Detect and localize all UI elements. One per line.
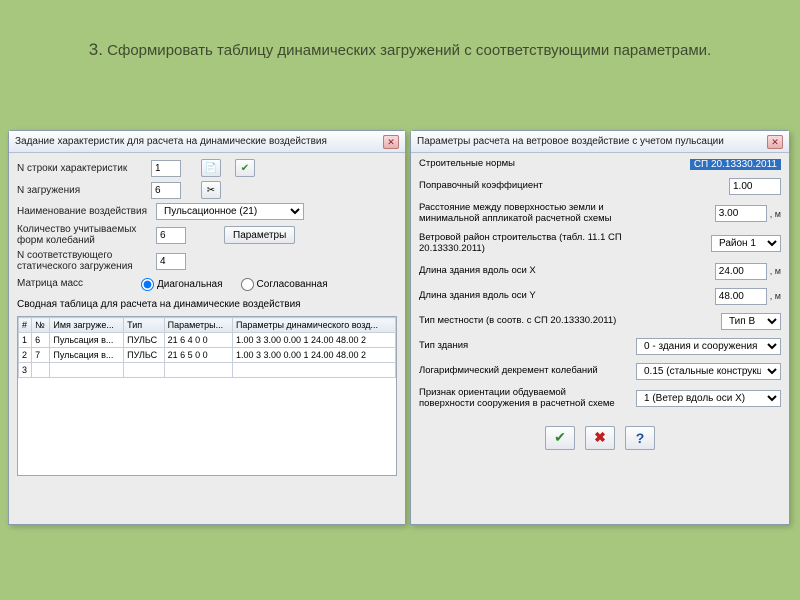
norms-combo[interactable]: СП 20.13330.2011 xyxy=(690,159,781,170)
cancel-button[interactable]: ✖ xyxy=(585,426,615,450)
forms-label: Количество учитываемых форм колебаний xyxy=(17,224,152,246)
impact-name-label: Наименование воздействия xyxy=(17,206,152,217)
check-icon: ✔ xyxy=(241,163,249,174)
wind-params-window: Параметры расчета на ветровое воздействи… xyxy=(410,130,790,525)
close-icon[interactable]: ✕ xyxy=(767,135,783,149)
radio-consistent[interactable]: Согласованная xyxy=(241,278,328,291)
building-combo[interactable]: 0 - здания и сооружения xyxy=(636,338,781,355)
left-titlebar[interactable]: Задание характеристик для расчета на дин… xyxy=(9,131,405,153)
slide-title-text: Сформировать таблицу динамических загруж… xyxy=(107,42,711,59)
slide-title: 3. Сформировать таблицу динамических заг… xyxy=(50,40,750,60)
region-combo[interactable]: Район 1 xyxy=(711,235,781,252)
terrain-label: Тип местности (в соотв. с СП 20.13330.20… xyxy=(419,316,624,327)
dynamic-loads-window: Задание характеристик для расчета на дин… xyxy=(8,130,406,525)
static-input[interactable] xyxy=(156,253,186,270)
mass-label: Матрица масс xyxy=(17,278,137,289)
table-header-row: # № Имя загруже... Тип Параметры... Пара… xyxy=(19,318,396,333)
right-title: Параметры расчета на ветровое воздействи… xyxy=(417,136,724,147)
table-row[interactable]: 1 6 Пульсация в... ПУЛЬС 21 6 4 0 0 1.00… xyxy=(19,333,396,348)
close-icon[interactable]: ✕ xyxy=(383,135,399,149)
building-label: Тип здания xyxy=(419,341,624,352)
summary-table[interactable]: # № Имя загруже... Тип Параметры... Пара… xyxy=(18,317,396,378)
len-y-input[interactable] xyxy=(715,288,767,305)
orient-combo[interactable]: 1 (Ветер вдоль оси X) xyxy=(636,390,781,407)
params-button[interactable]: Параметры xyxy=(224,226,295,244)
len-x-input[interactable] xyxy=(715,263,767,280)
decr-combo[interactable]: 0.15 (стальные конструкции) xyxy=(636,363,781,380)
summary-table-wrap: # № Имя загруже... Тип Параметры... Пара… xyxy=(17,316,397,476)
table-row[interactable]: 2 7 Пульсация в... ПУЛЬС 21 6 5 0 0 1.00… xyxy=(19,348,396,363)
coef-input[interactable] xyxy=(729,178,781,195)
norms-label: Строительные нормы xyxy=(419,159,624,170)
n-load-label: N загружения xyxy=(17,185,147,196)
apply-button[interactable]: ✔ xyxy=(235,159,255,177)
copy-button[interactable]: 📄 xyxy=(201,159,221,177)
n-rows-input[interactable] xyxy=(151,160,181,177)
scissors-icon: ✂ xyxy=(207,185,215,196)
orient-label: Признак ориентации обдуваемой поверхност… xyxy=(419,388,624,410)
help-button[interactable]: ? xyxy=(625,426,655,450)
table-caption: Сводная таблица для расчета на динамичес… xyxy=(17,299,397,310)
dist-label: Расстояние между поверхностью земли и ми… xyxy=(419,203,624,225)
dist-input[interactable] xyxy=(715,205,767,222)
region-label: Ветровой район строительства (табл. 11.1… xyxy=(419,233,624,255)
len-y-label: Длина здания вдоль оси Y xyxy=(419,291,624,302)
coef-label: Поправочный коэффициент xyxy=(419,181,624,192)
n-rows-label: N строки характеристик xyxy=(17,163,147,174)
cut-button[interactable]: ✂ xyxy=(201,181,221,199)
copy-icon: 📄 xyxy=(205,163,217,174)
impact-name-combo[interactable]: Пульсационное (21) xyxy=(156,203,304,220)
left-title: Задание характеристик для расчета на дин… xyxy=(15,136,327,147)
right-titlebar[interactable]: Параметры расчета на ветровое воздействи… xyxy=(411,131,789,153)
check-icon: ✔ xyxy=(554,429,566,446)
terrain-combo[interactable]: Тип B xyxy=(721,313,781,330)
static-label: N соответствующего статического загружен… xyxy=(17,250,152,272)
forms-input[interactable] xyxy=(156,227,186,244)
cancel-icon: ✖ xyxy=(594,429,606,446)
decr-label: Логарифмический декремент колебаний xyxy=(419,366,624,377)
table-row[interactable]: 3 xyxy=(19,363,396,378)
slide-number: 3. xyxy=(89,40,103,59)
n-load-input[interactable] xyxy=(151,182,181,199)
help-icon: ? xyxy=(636,430,645,446)
len-x-label: Длина здания вдоль оси X xyxy=(419,266,624,277)
ok-button[interactable]: ✔ xyxy=(545,426,575,450)
radio-diagonal[interactable]: Диагональная xyxy=(141,278,223,291)
